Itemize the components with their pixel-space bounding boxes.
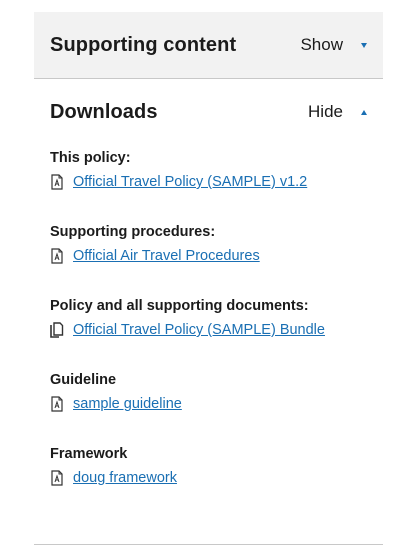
group-label: This policy: xyxy=(50,150,131,166)
group-label: Guideline xyxy=(50,372,117,388)
group-label: Framework xyxy=(50,446,128,462)
triangle-down-icon[interactable] xyxy=(361,42,367,48)
pdf-file-icon xyxy=(51,470,63,486)
download-item: Official Travel Policy (SAMPLE) v1.2 xyxy=(50,172,367,192)
bottom-divider xyxy=(34,544,383,545)
downloads-hide-toggle[interactable]: Hide xyxy=(308,102,367,122)
downloads-list: This policy: Official Travel Policy (SAM… xyxy=(34,145,383,488)
downloads-header[interactable]: Downloads Hide xyxy=(34,79,383,145)
download-group-policy-bundle: Policy and all supporting documents: Off… xyxy=(50,297,367,340)
group-label: Policy and all supporting documents: xyxy=(50,298,309,314)
show-toggle-label[interactable]: Show xyxy=(300,35,343,55)
download-item: doug framework xyxy=(50,468,367,488)
download-group-framework: Framework doug framework xyxy=(50,445,367,488)
supporting-content-title: Supporting content xyxy=(50,33,237,56)
download-link[interactable]: Official Travel Policy (SAMPLE) v1.2 xyxy=(73,174,307,190)
download-link[interactable]: sample guideline xyxy=(73,396,182,412)
downloads-title: Downloads xyxy=(50,100,158,123)
download-item: Official Travel Policy (SAMPLE) Bundle xyxy=(50,320,367,340)
download-group-guideline: Guideline sample guideline xyxy=(50,371,367,414)
supporting-content-header[interactable]: Supporting content Show xyxy=(34,12,383,78)
group-label: Supporting procedures: xyxy=(50,224,216,240)
download-item: Official Air Travel Procedures xyxy=(50,246,367,266)
download-link[interactable]: Official Travel Policy (SAMPLE) Bundle xyxy=(73,322,325,338)
document-bundle-icon xyxy=(50,322,64,338)
triangle-up-icon[interactable] xyxy=(361,109,367,115)
download-link[interactable]: Official Air Travel Procedures xyxy=(73,248,260,264)
pdf-file-icon xyxy=(51,396,63,412)
download-group-this-policy: This policy: Official Travel Policy (SAM… xyxy=(50,149,367,192)
download-link[interactable]: doug framework xyxy=(73,470,177,486)
supporting-content-show-toggle[interactable]: Show xyxy=(300,35,367,55)
pdf-file-icon xyxy=(51,248,63,264)
download-item: sample guideline xyxy=(50,394,367,414)
hide-toggle-label[interactable]: Hide xyxy=(308,102,343,122)
supporting-content-panel: Supporting content Show Downloads Hide T… xyxy=(34,12,383,519)
pdf-file-icon xyxy=(51,174,63,190)
download-group-supporting-procedures: Supporting procedures: Official Air Trav… xyxy=(50,223,367,266)
